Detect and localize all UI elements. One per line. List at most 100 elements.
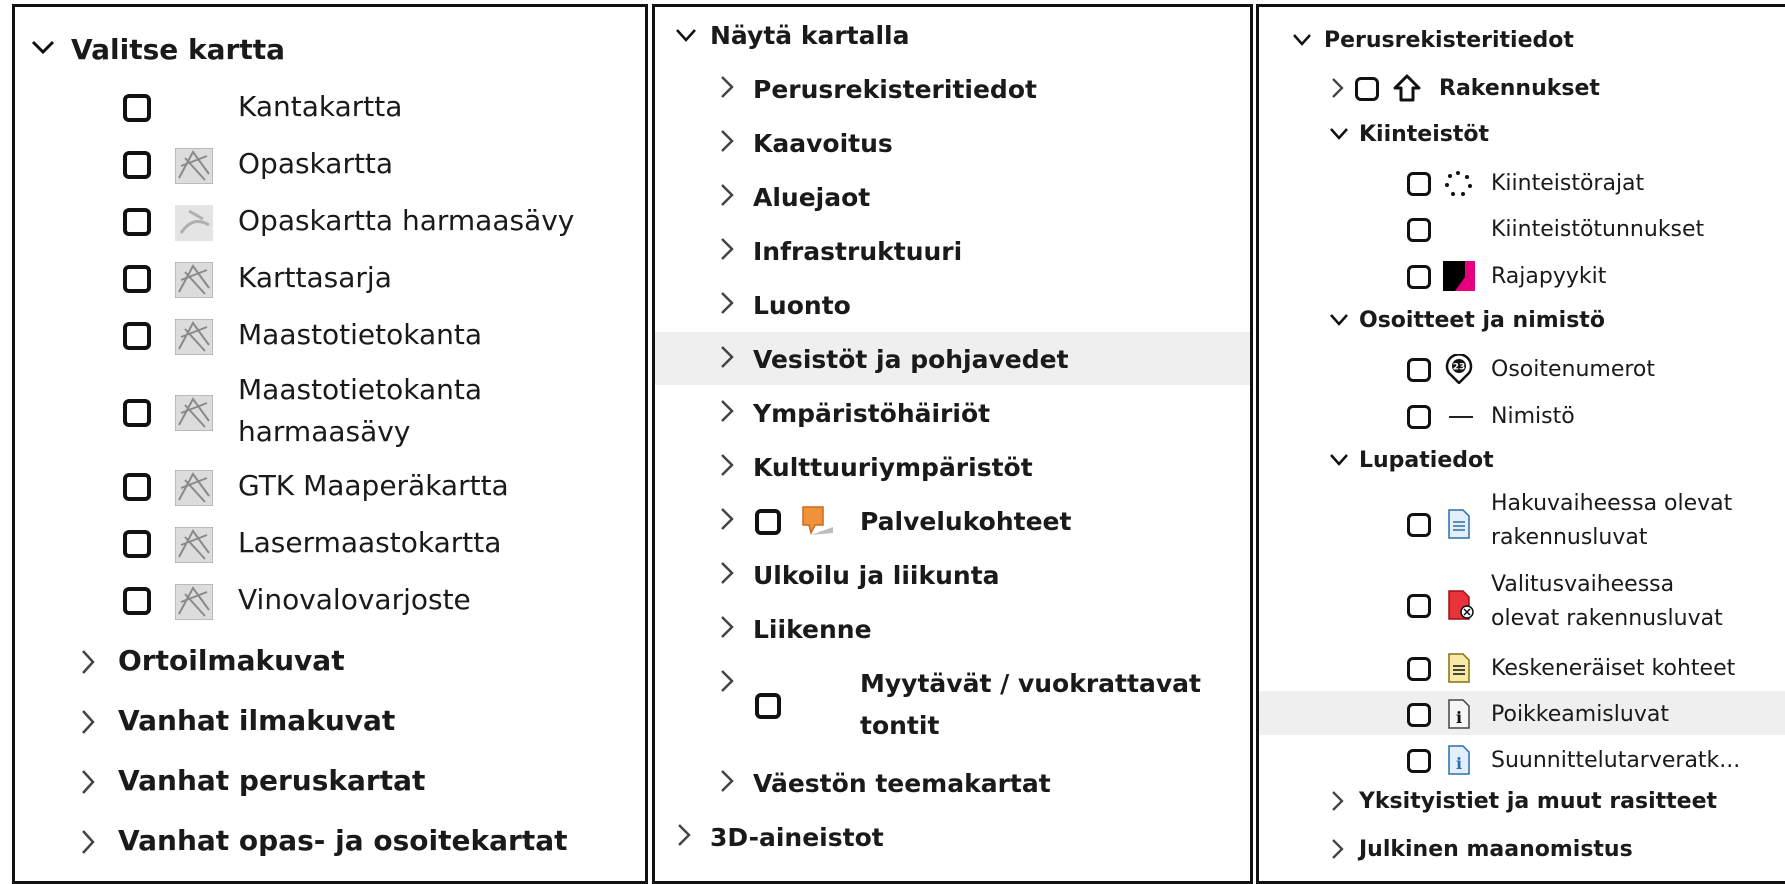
layer-checkbox[interactable] [123,322,151,350]
theme-label: Kaavoitus [753,129,893,158]
theme-label-line2: tontit [860,711,940,740]
layer-row: GTK Maaperäkartta [15,466,645,507]
boundary-marker-icon [1443,261,1475,291]
group-vanhat-ilmakuvat[interactable]: Vanhat ilmakuvat [15,700,645,742]
group-3d-aineistot[interactable]: 3D-aineistot [655,819,1250,855]
layer-row: Kantakartta [15,87,645,127]
map-thumbnail-icon [174,526,214,564]
layer-row: 23 Osoitenumerot [1259,353,1785,385]
nayta-kartalla-header[interactable]: Näytä kartalla [655,17,1250,53]
map-thumbnail-icon [174,469,214,507]
layer-label: Opaskartta [238,147,394,180]
basemap-panel: Valitse kartta Kantakartta Opaskartta Op… [12,4,648,884]
address-number-icon: 23 [1445,353,1473,385]
group-label: Kiinteistöt [1359,122,1490,147]
group-kiinteistot[interactable]: Kiinteistöt [1259,119,1785,149]
chevron-down-icon [1329,313,1349,326]
theme-luonto[interactable]: Luonto [655,287,1250,323]
group-yksityistiet[interactable]: Yksityistiet ja muut rasitteet [1259,785,1785,817]
theme-vaeston-teemakartat[interactable]: Väestön teemakartat [655,765,1250,801]
theme-vesistot-pohjavedet[interactable]: Vesistöt ja pohjavedet [655,341,1250,377]
group-lupatiedot[interactable]: Lupatiedot [1259,445,1785,475]
layer-checkbox[interactable] [755,693,781,719]
layer-checkbox[interactable] [123,587,151,615]
layer-label: Suunnittelutarveratk... [1491,748,1741,773]
theme-kaavoitus[interactable]: Kaavoitus [655,125,1250,161]
valitse-kartta-header[interactable]: Valitse kartta [15,29,645,69]
map-thumbnail-icon [174,318,214,356]
info-glyph: i [1456,708,1462,727]
info-document-icon: i [1447,699,1471,729]
chevron-right-icon [720,291,734,315]
group-vanhat-peruskartat[interactable]: Vanhat peruskartat [15,760,645,802]
group-label: Lupatiedot [1359,448,1494,473]
layer-checkbox[interactable] [123,265,151,293]
chevron-right-icon [720,75,734,99]
chevron-down-icon [31,39,55,55]
group-julkinen-maanomistus[interactable]: Julkinen maanomistus [1259,833,1785,865]
layer-label: Kantakartta [238,90,403,123]
layer-checkbox[interactable] [123,208,151,236]
layer-checkbox[interactable] [123,151,151,179]
layer-checkbox[interactable] [123,473,151,501]
theme-myytavat-tontit[interactable]: Myytävät / vuokrattavat tontit [655,665,1250,745]
layer-checkbox[interactable] [1355,77,1379,101]
layer-checkbox[interactable] [123,94,151,122]
layer-row: Nimistö [1259,400,1785,432]
layer-checkbox[interactable] [1407,218,1431,242]
chevron-right-icon [720,237,734,261]
group-ortoilmakuvat[interactable]: Ortoilmakuvat [15,640,645,682]
layer-label: Rajapyykit [1491,264,1607,289]
layer-row: Keskeneräiset kohteet [1259,652,1785,684]
chevron-right-icon [720,453,734,477]
layer-label: Maastotietokanta [238,318,483,351]
theme-label: Ulkoilu ja liikunta [753,561,1000,590]
layer-checkbox[interactable] [1407,657,1431,681]
layer-label: Karttasarja [238,261,392,294]
layer-label: Valitusvaiheessa [1491,572,1675,597]
layer-checkbox[interactable] [1407,172,1431,196]
unfinished-document-icon [1447,653,1471,683]
layer-checkbox[interactable] [1407,513,1431,537]
layer-label: Lasermaastokartta [238,526,502,559]
layer-checkbox[interactable] [1407,703,1431,727]
map-thumbnail-icon [174,583,214,621]
theme-ulkoilu-liikunta[interactable]: Ulkoilu ja liikunta [655,557,1250,593]
theme-liikenne[interactable]: Liikenne [655,611,1250,647]
group-vanhat-opas-osoitekartat[interactable]: Vanhat opas- ja osoitekartat [15,820,645,862]
group-osoitteet-nimisto[interactable]: Osoitteet ja nimistö [1259,305,1785,335]
group-label: 3D-aineistot [710,823,884,852]
chevron-down-icon [675,28,697,42]
perusrekisteritiedot-header[interactable]: Perusrekisteritiedot [1259,25,1785,55]
layer-rakennukset[interactable]: Rakennukset [1259,72,1785,104]
layer-checkbox[interactable] [1407,405,1431,429]
theme-label: Perusrekisteritiedot [753,75,1037,104]
layer-checkbox[interactable] [1407,265,1431,289]
layer-label: Opaskartta harmaasävy [238,204,575,237]
layer-checkbox[interactable] [1407,358,1431,382]
layer-row: Vinovalovarjoste [15,580,645,621]
chevron-right-icon [1331,838,1344,860]
theme-palvelukohteet[interactable]: Palvelukohteet [655,503,1250,539]
layer-checkbox[interactable] [123,399,151,427]
panel-title: Näytä kartalla [710,21,910,50]
theme-label: Väestön teemakartat [753,769,1051,798]
theme-infrastruktuuri[interactable]: Infrastruktuuri [655,233,1250,269]
info-document-icon: i [1447,745,1471,775]
theme-kulttuuriymparistot[interactable]: Kulttuuriympäristöt [655,449,1250,485]
theme-perusrekisteritiedot[interactable]: Perusrekisteritiedot [655,71,1250,107]
house-icon [1392,73,1422,103]
layer-checkbox[interactable] [1407,594,1431,618]
layer-checkbox[interactable] [1407,749,1431,773]
theme-ymparistohairiot[interactable]: Ympäristöhäiriöt [655,395,1250,431]
address-badge-text: 23 [1453,363,1466,373]
layer-checkbox[interactable] [123,530,151,558]
theme-label: Luonto [753,291,851,320]
document-icon [1447,509,1471,539]
layer-label: Hakuvaiheessa olevat [1491,491,1733,516]
layer-checkbox[interactable] [755,509,781,535]
group-label: Julkinen maanomistus [1359,837,1633,862]
theme-aluejaot[interactable]: Aluejaot [655,179,1250,215]
chevron-down-icon [1292,33,1312,46]
layer-label: Kiinteistörajat [1491,171,1645,196]
